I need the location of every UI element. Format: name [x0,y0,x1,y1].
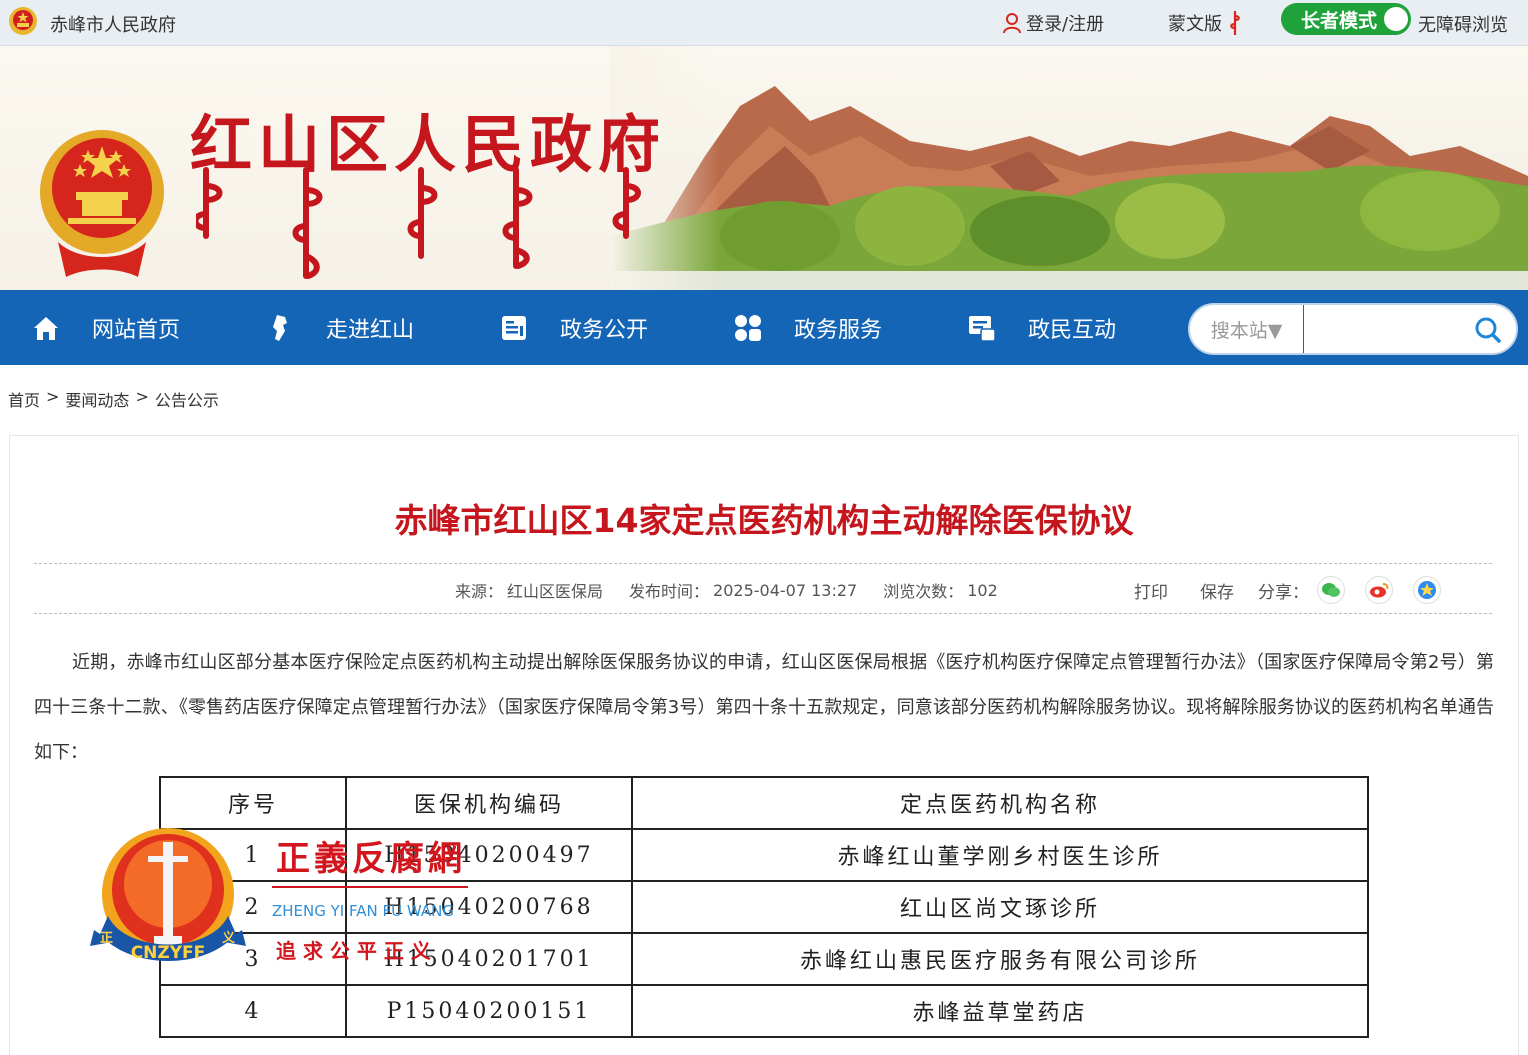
table-cell: 4 [159,984,347,1038]
print-button[interactable]: 打印 [1134,578,1168,603]
save-button[interactable]: 保存 [1200,578,1234,603]
search-input[interactable] [1308,311,1468,347]
mongolian-title-script [196,167,641,279]
watermark-badge-right: 义 [222,930,236,946]
nav-item-gov-services[interactable]: 政务服务 [732,290,882,365]
table-cell: 赤峰红山董学刚乡村医生诊所 [631,828,1369,882]
nav-item-interaction[interactable]: 政民互动 [966,290,1116,365]
qzone-icon[interactable] [1413,576,1441,604]
nav-label: 政务服务 [794,317,883,343]
elder-mode-label: 长者模式 [1301,9,1378,32]
article-meta: 来源： 红山区医保局 发布时间： 2025-04-07 13:27 浏览次数： … [455,578,1002,602]
top-bar: 赤峰市人民政府 登录/注册 蒙文版 长者模式 无障碍浏览 [0,0,1528,46]
breadcrumb: 首页 > 要闻动态 > 公告公示 [8,387,219,411]
nav-item-about-hongshan[interactable]: 走进红山 [264,290,414,365]
mongolian-label: 蒙文版 [1168,14,1222,35]
breadcrumb-news[interactable]: 要闻动态 [65,387,129,411]
elder-mode-toggle[interactable]: 长者模式 [1281,3,1411,35]
watermark-name: 正義反腐網 [276,839,466,879]
time-label: 发布时间： [629,582,710,601]
nav-item-home[interactable]: 网站首页 [30,290,180,365]
table-cell: 赤峰红山惠民医疗服务有限公司诊所 [631,932,1369,986]
toggle-knob [1384,7,1408,31]
table-cell: P15040200151 [345,984,633,1038]
watermark-pinyin: ZHENG YI FAN FU WANG [272,902,454,920]
nav-label: 政民互动 [1028,317,1117,343]
table-header: 医保机构编码 [345,776,633,830]
national-emblem-icon [9,7,37,35]
table-cell: 赤峰益草堂药店 [631,984,1369,1038]
parent-site-link[interactable]: 赤峰市人民政府 [50,11,176,37]
divider [34,613,1492,614]
accessible-browse-link[interactable]: 无障碍浏览 [1418,11,1508,37]
divider [34,563,1492,564]
national-emblem-logo [40,130,164,277]
wechat-icon[interactable] [1317,576,1345,604]
nav-label: 走进红山 [326,317,415,343]
document-icon [498,312,530,344]
table-header-row: 序号 医保机构编码 定点医药机构名称 [159,776,1369,830]
watermark-logo: CNZYFF 正 义 正義反腐網 ZHENG YI FAN FU WANG 追 … [90,828,468,963]
source-value: 红山区医保局 [507,582,604,601]
mongolian-version-link[interactable]: 蒙文版 [1168,10,1242,36]
article-body: 近期，赤峰市红山区部分基本医疗保险定点医药机构主动提出解除医保服务协议的申请，红… [34,652,1494,763]
watermark-badge-left: 正 [100,931,113,946]
home-icon [30,312,62,344]
table-header: 序号 [159,776,347,830]
login-register-link[interactable]: 登录/注册 [1002,10,1104,36]
watermark-slogan: 追 求 公 平 正 义 [276,939,431,963]
nav-label: 网站首页 [92,317,181,343]
views-label: 浏览次数： [883,582,964,601]
user-icon [1003,13,1021,34]
share-label: 分享： [1258,582,1309,603]
views-value: 102 [967,580,998,600]
map-icon [264,312,296,344]
mountain-landscape-image [610,46,1528,290]
grid-icon [732,312,764,344]
breadcrumb-separator: > [46,387,60,406]
search-icon[interactable] [1474,316,1502,344]
breadcrumb-notices[interactable]: 公告公示 [155,387,219,411]
breadcrumb-separator: > [135,387,149,406]
nav-item-gov-disclosure[interactable]: 政务公开 [498,290,648,365]
article-title: 赤峰市红山区14家定点医药机构主动解除医保协议 [394,501,1134,540]
time-value: 2025-04-07 13:27 [713,580,858,600]
table-row: 4 P15040200151 赤峰益草堂药店 [159,984,1369,1038]
search-scope-dropdown[interactable]: 搜本站▼ [1190,305,1304,353]
article-tools: 打印 保存 分享： [1134,576,1441,604]
login-label: 登录/注册 [1026,14,1105,35]
chat-icon [966,312,998,344]
table-header: 定点医药机构名称 [631,776,1369,830]
mongolian-script-icon [1230,11,1240,35]
watermark-badge-text: CNZYFF [131,943,206,963]
nav-label: 政务公开 [560,317,649,343]
site-search: 搜本站▼ [1188,303,1518,355]
weibo-icon[interactable] [1365,576,1393,604]
table-cell: 红山区尚文琢诊所 [631,880,1369,934]
breadcrumb-home[interactable]: 首页 [8,387,40,411]
site-banner: 红山区人民政府 [0,46,1528,290]
source-label: 来源： [455,582,504,601]
